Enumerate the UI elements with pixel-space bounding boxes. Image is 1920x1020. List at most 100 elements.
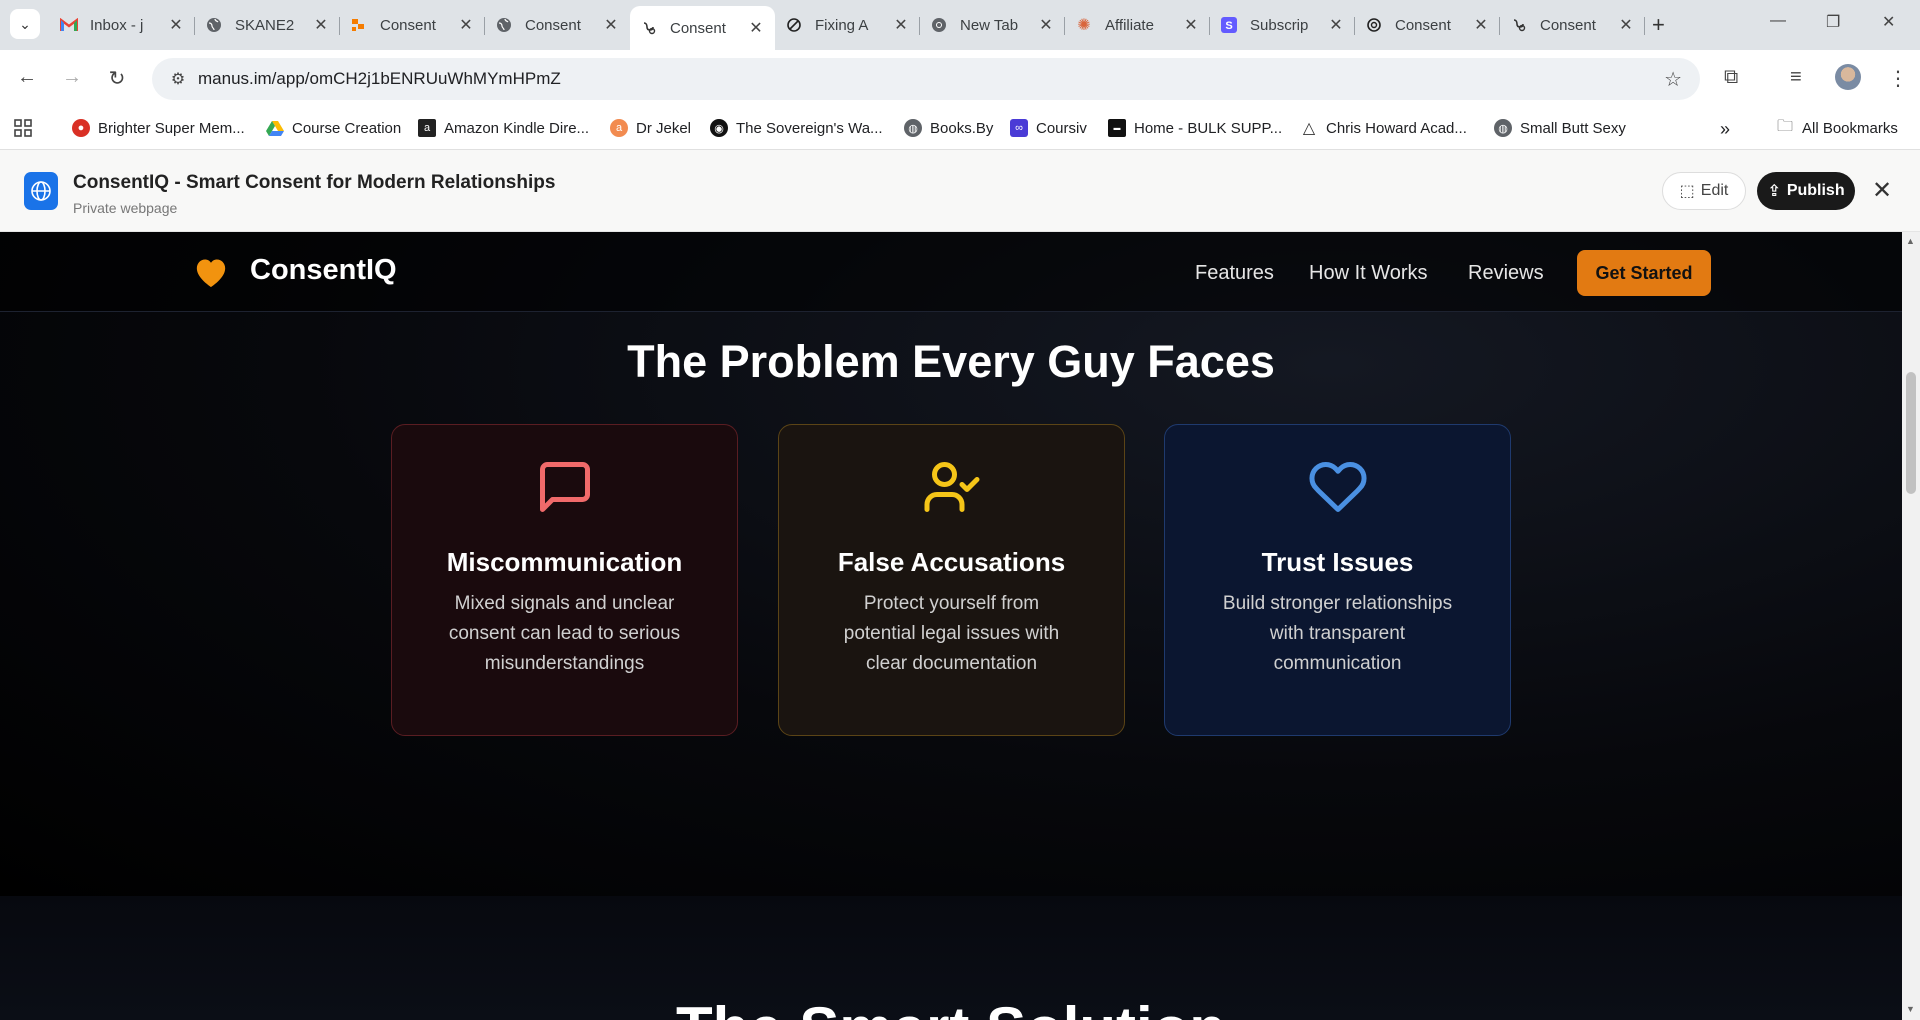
tab-new-tab[interactable]: New Tab ✕: [920, 6, 1065, 44]
address-bar[interactable]: ⚙ manus.im/app/omCH2j1bENRUuWhMYmHPmZ ☆: [152, 58, 1700, 100]
tab-consent-1[interactable]: Consent ✕: [340, 6, 485, 44]
tab-search-button[interactable]: ⌄: [10, 9, 40, 39]
bulk-supplements-icon: ▬: [1108, 119, 1126, 137]
card-text: Protect yourself from potential legal is…: [843, 593, 1060, 674]
new-tab-button[interactable]: +: [1652, 12, 1665, 38]
back-icon[interactable]: ←: [14, 66, 40, 89]
close-window-icon[interactable]: ✕: [1882, 12, 1895, 32]
close-tab-icon[interactable]: ✕: [1182, 15, 1200, 35]
tab-consent-3[interactable]: Consent ✕: [1355, 6, 1500, 44]
folder-icon: 🗀: [1776, 117, 1793, 135]
close-tab-icon[interactable]: ✕: [1617, 15, 1635, 35]
close-tab-icon[interactable]: ✕: [1472, 15, 1490, 35]
bookmark-label: Coursiv: [1036, 119, 1087, 137]
reload-icon[interactable]: ↻: [104, 66, 130, 91]
close-icon[interactable]: ✕: [1872, 176, 1892, 205]
bookmark-item[interactable]: ● Brighter Super Mem...: [72, 119, 245, 137]
all-bookmarks[interactable]: 🗀 All Bookmarks: [1776, 117, 1898, 137]
get-started-button[interactable]: Get Started: [1577, 250, 1711, 296]
globe-icon: [495, 16, 513, 34]
globe-icon: [205, 16, 223, 34]
close-tab-icon[interactable]: ✕: [602, 15, 620, 35]
chrome-icon: [930, 16, 948, 34]
bookmark-item[interactable]: Course Creation: [266, 119, 401, 137]
profile-avatar[interactable]: [1835, 64, 1861, 90]
chevron-down-icon: ⌄: [19, 15, 31, 32]
tab-consent-2[interactable]: Consent ✕: [485, 6, 630, 44]
bookmarks-bar: ● Brighter Super Mem... Course Creation a…: [0, 108, 1920, 150]
tab-inbox[interactable]: Inbox - j ✕: [50, 6, 195, 44]
close-tab-icon[interactable]: ✕: [312, 15, 330, 35]
bookmark-label: The Sovereign's Wa...: [736, 119, 883, 137]
apps-icon[interactable]: [14, 119, 32, 137]
bookmark-label: Chris Howard Acad...: [1326, 119, 1467, 137]
close-tab-icon[interactable]: ✕: [457, 15, 475, 35]
stripe-icon: S: [1220, 16, 1238, 34]
bookmark-label: Dr Jekel: [636, 119, 692, 137]
bookmark-item[interactable]: ◍ Books.By: [904, 119, 993, 137]
scroll-down-icon[interactable]: ▼: [1906, 1004, 1915, 1014]
tab-title: Affiliate: [1105, 16, 1154, 34]
problem-card-trust-issues: Trust Issues Build stronger relationship…: [1164, 424, 1511, 736]
menu-icon[interactable]: ⋮: [1888, 66, 1908, 91]
problem-card-false-accusations: False Accusations Protect yourself from …: [778, 424, 1125, 736]
tab-affiliate[interactable]: ✺ Affiliate ✕: [1065, 6, 1210, 44]
edit-button[interactable]: ⬚ Edit: [1662, 172, 1746, 210]
minimize-icon[interactable]: —: [1770, 12, 1786, 30]
bookmark-label: Books.By: [930, 119, 994, 137]
page-scrollbar[interactable]: ▲ ▼: [1902, 232, 1920, 1020]
close-tab-icon[interactable]: ✕: [1037, 15, 1055, 35]
bookmark-item[interactable]: ∞ Coursiv: [1010, 119, 1087, 137]
brand-name[interactable]: ConsentIQ: [250, 254, 397, 287]
manus-icon: [640, 19, 658, 37]
close-tab-icon[interactable]: ✕: [892, 15, 910, 35]
globe-icon: [24, 172, 58, 210]
tab-fixing[interactable]: Fixing A ✕: [775, 6, 920, 44]
forward-icon[interactable]: →: [59, 66, 85, 89]
bookmark-item[interactable]: ▬ Home - BULK SUPP...: [1108, 119, 1282, 137]
close-tab-icon[interactable]: ✕: [747, 18, 765, 38]
scrollbar-thumb[interactable]: [1906, 372, 1916, 494]
publish-label: Publish: [1786, 182, 1845, 199]
bookmark-icon: ●: [72, 119, 90, 137]
bookmark-item[interactable]: ◉ The Sovereign's Wa...: [710, 119, 883, 137]
close-tab-icon[interactable]: ✕: [167, 15, 185, 35]
site-header: ConsentIQ Features How It Works Reviews …: [0, 232, 1902, 312]
bookmark-label: Home - BULK SUPP...: [1134, 119, 1283, 137]
restore-icon[interactable]: ❐: [1826, 12, 1840, 32]
message-square-icon: [539, 462, 590, 512]
nav-reviews[interactable]: Reviews: [1468, 262, 1544, 285]
card-title: Trust Issues: [1261, 547, 1414, 577]
tab-consent-4[interactable]: Consent ✕: [1500, 6, 1645, 44]
nav-how-it-works[interactable]: How It Works: [1309, 262, 1428, 285]
tab-skane[interactable]: SKANE2 ✕: [195, 6, 340, 44]
url-text[interactable]: manus.im/app/omCH2j1bENRUuWhMYmHPmZ: [198, 69, 561, 89]
tab-title: New Tab: [960, 16, 1019, 34]
dr-jekel-icon: a: [610, 119, 628, 137]
select-box-icon: ⬚: [1679, 183, 1695, 200]
bookmark-item[interactable]: △ Chris Howard Acad...: [1300, 119, 1467, 138]
nav-features[interactable]: Features: [1195, 262, 1274, 285]
tab-list: Inbox - j ✕ SKANE2 ✕ Consent ✕ Consent ✕…: [50, 6, 1645, 50]
close-tab-icon[interactable]: ✕: [1327, 15, 1345, 35]
site-info-icon[interactable]: ⚙: [158, 69, 198, 89]
scroll-up-icon[interactable]: ▲: [1906, 236, 1915, 246]
bookmark-item[interactable]: ◍ Small Butt Sexy: [1494, 119, 1626, 137]
perplexity-icon: [785, 16, 803, 34]
amazon-icon: a: [418, 119, 436, 137]
publish-button[interactable]: ⇪ Publish: [1757, 172, 1855, 210]
gmail-icon: [60, 16, 78, 34]
extensions-icon[interactable]: ⧉: [1724, 66, 1738, 89]
tab-consent-active[interactable]: Consent ✕: [630, 6, 775, 50]
bookmark-label: Brighter Super Mem...: [98, 119, 245, 137]
upload-icon: ⇪: [1767, 183, 1781, 200]
sovereign-icon: ◉: [710, 119, 728, 137]
bookmark-item[interactable]: a Amazon Kindle Dire...: [418, 119, 589, 137]
browser-toolbar: ← → ↻ ⚙ manus.im/app/omCH2j1bENRUuWhMYmH…: [0, 50, 1920, 108]
heart-logo-icon: [196, 259, 226, 287]
bookmark-item[interactable]: a Dr Jekel: [610, 119, 691, 137]
tab-subscrip[interactable]: S Subscrip ✕: [1210, 6, 1355, 44]
media-control-icon[interactable]: ≡: [1790, 66, 1802, 89]
more-bookmarks-icon[interactable]: »: [1720, 119, 1730, 140]
bookmark-star-icon[interactable]: ☆: [1664, 67, 1682, 92]
